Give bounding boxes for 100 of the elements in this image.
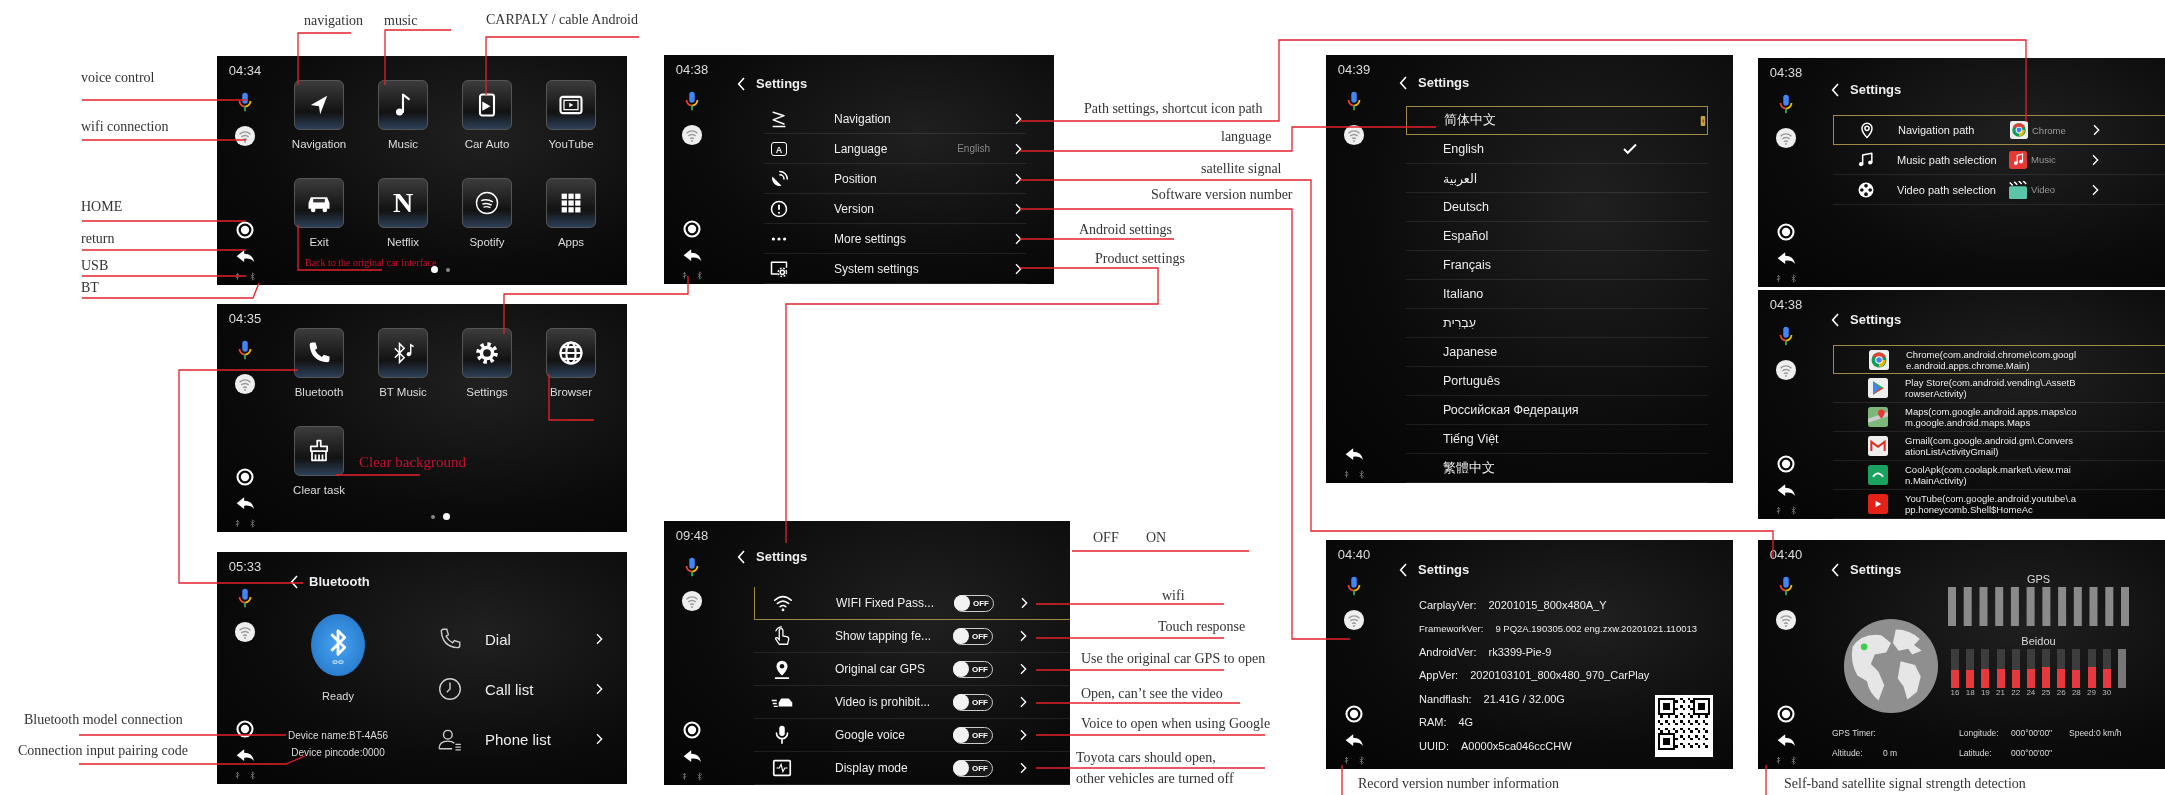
toggle-switch[interactable]: OFF xyxy=(953,759,993,777)
leader-line xyxy=(297,32,352,86)
language-item[interactable]: العربية xyxy=(1406,164,1708,193)
settings-toggle-item[interactable]: WIFI Fixed Pass... OFF xyxy=(754,587,1070,620)
app-tile[interactable] xyxy=(378,328,428,378)
language-item[interactable]: Français xyxy=(1406,251,1708,280)
app-list-item[interactable]: Chrome(com.android.chrome\com.google.android.apps.chrome.Main) xyxy=(1833,345,2165,374)
bluetooth-icon xyxy=(248,272,257,281)
app-list-item[interactable]: CoolApk(com.coolapk.market\.view.main.MainActivity) xyxy=(1833,461,2165,490)
wifi-icon[interactable] xyxy=(234,373,256,395)
language-item[interactable]: Российская Федерация xyxy=(1406,396,1708,425)
app-tile[interactable] xyxy=(462,178,512,228)
home-icon[interactable] xyxy=(235,719,255,739)
path-setting-item[interactable]: Video path selection Video xyxy=(1833,175,2165,205)
language-item[interactable]: English xyxy=(1406,135,1708,164)
settings-menu-item[interactable]: System settings xyxy=(764,254,1026,284)
home-icon[interactable] xyxy=(1776,222,1796,242)
language-item[interactable]: Italiano xyxy=(1406,280,1708,309)
language-item[interactable]: 简体中文 xyxy=(1406,106,1708,135)
home-icon[interactable] xyxy=(682,720,702,740)
home-icon[interactable] xyxy=(235,220,255,240)
toggle-switch[interactable]: OFF xyxy=(953,726,993,744)
app-tile[interactable] xyxy=(462,80,512,130)
app-tile[interactable] xyxy=(378,80,428,130)
app-tile[interactable] xyxy=(546,178,596,228)
home-icon[interactable] xyxy=(682,219,702,239)
info-label: UUID: xyxy=(1419,739,1449,752)
language-item[interactable]: 繁體中文 xyxy=(1406,454,1708,483)
bluetooth-icon xyxy=(248,771,257,780)
wifi-icon[interactable] xyxy=(234,125,256,147)
moving-car-icon xyxy=(771,697,793,707)
gear-icon xyxy=(473,339,501,367)
usb-icon xyxy=(233,272,242,281)
settings-toggle-item[interactable]: Google voice OFF xyxy=(754,719,1070,752)
toggle-switch[interactable]: OFF xyxy=(954,594,994,612)
bluetooth-icon xyxy=(1789,274,1798,283)
app-list-item[interactable]: Gmail(com.google.android.gm\.ConversationListActivityGmail) xyxy=(1833,432,2165,461)
language-item[interactable]: Deutsch xyxy=(1406,193,1708,222)
settings-menu-item[interactable]: Navigation xyxy=(764,104,1026,134)
app-tile[interactable] xyxy=(462,328,512,378)
language-item[interactable]: Japanese xyxy=(1406,338,1708,367)
path-setting-item[interactable]: Navigation path Chrome xyxy=(1833,115,2165,145)
info-label: CarplayVer: xyxy=(1419,598,1477,611)
settings-menu-item[interactable]: More settings xyxy=(764,224,1026,254)
page-dot[interactable] xyxy=(431,266,438,273)
info-label: Nandflash: xyxy=(1419,692,1472,705)
settings-menu-item[interactable]: Position xyxy=(764,164,1026,194)
app-label: YouTube xyxy=(548,137,594,151)
menu-item[interactable]: Phone list xyxy=(437,714,607,764)
satellite-number: 19 xyxy=(1980,688,1990,698)
settings-menu-item[interactable]: Version xyxy=(764,194,1026,224)
home-icon[interactable] xyxy=(1776,454,1796,474)
app-label: Spotify xyxy=(469,235,505,249)
menu-item[interactable]: Call list xyxy=(437,664,607,714)
app-tile[interactable] xyxy=(546,80,596,130)
menu-item[interactable]: Dial xyxy=(437,614,607,664)
toggle-switch[interactable]: OFF xyxy=(953,660,993,678)
toggle-switch[interactable]: OFF xyxy=(953,693,993,711)
wifi-icon[interactable] xyxy=(1343,609,1365,631)
language-item[interactable]: Tiếng Việt xyxy=(1406,425,1708,454)
language-item[interactable]: עִבְרִית xyxy=(1406,309,1708,338)
app-label: Music xyxy=(388,137,418,151)
wifi-icon[interactable] xyxy=(1343,124,1365,146)
home-icon[interactable] xyxy=(1344,704,1364,724)
wifi-icon[interactable] xyxy=(234,621,256,643)
settings-toggle-item[interactable]: Display mode OFF xyxy=(754,752,1070,785)
app-tile[interactable] xyxy=(546,328,596,378)
app-tile[interactable] xyxy=(294,80,344,130)
screen-title: Settings xyxy=(756,549,808,565)
settings-toggle-item[interactable]: Video is prohibit... OFF xyxy=(754,686,1070,719)
wifi-icon[interactable] xyxy=(1775,127,1797,149)
satellite-number: 22 xyxy=(2011,688,2021,698)
callout-text: satellite signal xyxy=(1201,160,1282,178)
settings-menu-item[interactable]: A Language English xyxy=(764,134,1026,164)
app-tile[interactable] xyxy=(294,178,344,228)
qr-code xyxy=(1655,695,1713,757)
home-icon[interactable] xyxy=(1776,704,1796,724)
app-list-item[interactable]: YouTube(com.google.android.youtube\.app.honeycomb.Shell$HomeAc xyxy=(1833,490,2165,519)
page-dot[interactable] xyxy=(431,514,435,519)
bluetooth-icon xyxy=(1357,756,1366,765)
page-dot[interactable] xyxy=(443,513,450,520)
app-label: Clear task xyxy=(293,483,345,497)
toggle-switch[interactable]: OFF xyxy=(953,627,993,645)
app-list-item[interactable]: Play Store(com.android.vending\.AssetBrowserActivity) xyxy=(1833,374,2165,403)
settings-toggle-item[interactable]: Original car GPS OFF xyxy=(754,653,1070,686)
language-item[interactable]: Español xyxy=(1406,222,1708,251)
app-tile[interactable] xyxy=(294,426,344,476)
app-tile[interactable]: N xyxy=(378,178,428,228)
wifi-icon[interactable] xyxy=(681,590,703,612)
path-setting-item[interactable]: Music path selection Music xyxy=(1833,145,2165,175)
home-icon[interactable] xyxy=(235,467,255,487)
app-list-item[interactable]: Maps(com.google.android.apps.maps\com.google.android.maps.Maps xyxy=(1833,403,2165,432)
settings-toggle-item[interactable]: Show tapping fe... OFF xyxy=(754,620,1070,653)
wifi-icon[interactable] xyxy=(681,124,703,146)
screen-title: Settings xyxy=(756,75,808,92)
language-item[interactable]: Português xyxy=(1406,367,1708,396)
wifi-icon[interactable] xyxy=(1775,609,1797,631)
app-tile[interactable] xyxy=(294,328,344,378)
page-dot[interactable] xyxy=(446,267,450,272)
wifi-icon[interactable] xyxy=(1775,359,1797,381)
